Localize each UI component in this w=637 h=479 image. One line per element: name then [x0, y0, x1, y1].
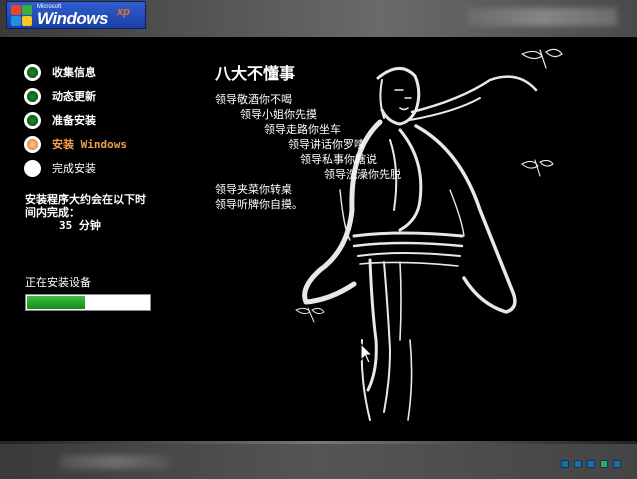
- progress-dots: [561, 460, 621, 468]
- step-pending-icon: [24, 159, 41, 177]
- step-complete-icon: [24, 111, 41, 129]
- poem-line: 领导夹菜你转桌: [215, 183, 292, 196]
- time-estimate-minutes: 35 分钟: [59, 219, 101, 232]
- top-bar-decoration: [467, 8, 617, 26]
- step-prepare-install: 准备安装: [24, 108, 127, 132]
- step-label: 安装 Windows: [52, 138, 127, 151]
- setup-steps-list: 收集信息 动态更新 准备安装 安装 Windows 完成安装: [24, 60, 127, 180]
- step-dynamic-update: 动态更新: [24, 84, 127, 108]
- step-label: 完成安装: [52, 162, 96, 175]
- bottom-bar-decoration: [60, 455, 170, 469]
- step-current-icon: [24, 135, 41, 153]
- time-estimate: 安装程序大约会在以下时间内完成： 35 分钟: [25, 193, 155, 232]
- poem-line: 领导洗澡你先脱: [324, 168, 401, 181]
- poem-title: 八大不懂事: [215, 64, 296, 83]
- poem-line: 领导听牌你自摸。: [215, 198, 303, 211]
- logo-windows-text: Windows: [37, 9, 108, 28]
- windows-flag-icon: [11, 5, 33, 27]
- mouse-cursor-icon: [360, 343, 374, 364]
- figure-line-art: [295, 48, 563, 421]
- progress-dot-active: [600, 460, 608, 468]
- bottom-bar: [0, 441, 637, 479]
- logo-xp-text: xp: [117, 6, 130, 18]
- step-collect-info: 收集信息: [24, 60, 127, 84]
- top-bar: Microsoft Windows xp: [0, 0, 637, 37]
- step-label: 动态更新: [52, 90, 96, 103]
- step-label: 收集信息: [52, 66, 96, 79]
- step-complete-icon: [24, 63, 41, 81]
- poem-line: 领导私事你瞎说: [300, 153, 377, 166]
- time-estimate-text: 安装程序大约会在以下时间内完成：: [25, 193, 146, 219]
- progress-dot: [561, 460, 569, 468]
- poem-line: 领导敬酒你不喝: [215, 93, 292, 106]
- install-progress-fill: [27, 296, 85, 309]
- poem-line: 领导小姐你先摸: [240, 108, 317, 121]
- poem-line: 领导走路你坐车: [264, 123, 341, 136]
- dragonfly-icon: [521, 159, 554, 177]
- install-status-text: 正在安装设备: [25, 276, 91, 289]
- progress-dot: [613, 460, 621, 468]
- progress-dot: [587, 460, 595, 468]
- step-complete-icon: [24, 87, 41, 105]
- windows-xp-logo: Microsoft Windows xp: [6, 1, 146, 29]
- step-install-windows: 安装 Windows: [24, 132, 127, 156]
- progress-dot: [574, 460, 582, 468]
- step-finish-install: 完成安装: [24, 156, 127, 180]
- dragonfly-icon: [521, 48, 563, 69]
- poem-line: 领导讲话你罗嗦: [288, 138, 365, 151]
- step-label: 准备安装: [52, 114, 96, 127]
- install-progress-bar: [25, 294, 151, 311]
- dragonfly-icon: [295, 307, 325, 323]
